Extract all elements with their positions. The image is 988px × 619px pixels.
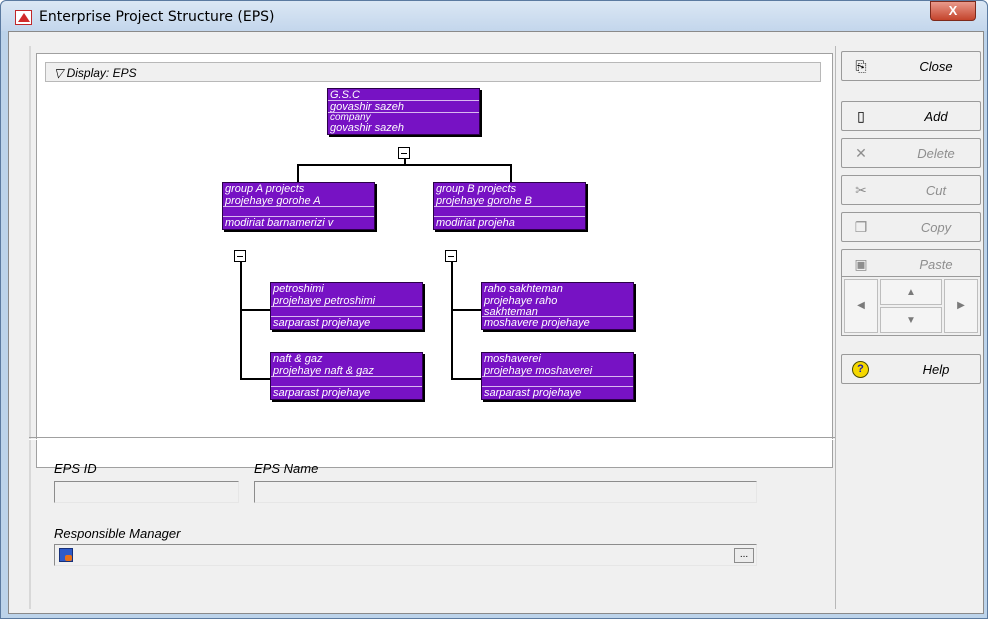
- node-line: company: [330, 113, 371, 122]
- add-button-label: Add: [924, 109, 948, 124]
- node-manager: govashir sazeh: [330, 122, 404, 134]
- move-left-button[interactable]: ◀: [844, 279, 878, 333]
- eps-node-moshaverei[interactable]: moshaverei projehaye moshaverei sarparas…: [481, 352, 634, 400]
- close-panel-icon: ⎘: [855, 58, 867, 74]
- window-title: Enterprise Project Structure (EPS): [39, 9, 275, 25]
- connector: [240, 378, 270, 380]
- connector: [510, 164, 512, 182]
- cut-button[interactable]: ✂ Cut: [841, 175, 981, 205]
- node-line: [271, 377, 422, 387]
- node-id: moshaverei: [484, 353, 541, 365]
- connector: [240, 262, 242, 380]
- node-line: [271, 307, 422, 317]
- node-manager: modiriat barnamerizi v: [225, 217, 334, 229]
- arrow-left-icon: ◀: [857, 300, 865, 311]
- move-node-pad: ◀ ▲ ▼ ▶: [841, 276, 981, 336]
- node-line: [482, 377, 633, 387]
- move-right-button[interactable]: ▶: [944, 279, 978, 333]
- copy-icon: ❐: [854, 219, 868, 235]
- paste-button[interactable]: ▣ Paste: [841, 249, 981, 279]
- responsible-manager-field[interactable]: ...: [54, 544, 757, 566]
- close-button[interactable]: ⎘ Close: [841, 51, 981, 81]
- copy-button-label: Copy: [920, 220, 952, 235]
- connector: [297, 164, 299, 182]
- node-name: projehaye naft & gaz: [271, 365, 422, 377]
- node-manager: sarparast projehaye: [273, 387, 371, 399]
- node-id: naft & gaz: [273, 353, 323, 365]
- connector: [451, 378, 481, 380]
- eps-tree-panel: ▽ Display: EPS G.S.C govashir sazeh comp…: [36, 53, 833, 468]
- cut-button-label: Cut: [925, 183, 947, 198]
- user-icon: [59, 548, 73, 562]
- connector: [240, 309, 270, 311]
- arrow-right-icon: ▶: [957, 300, 965, 311]
- move-up-button[interactable]: ▲: [880, 279, 942, 305]
- title-bar[interactable]: Enterprise Project Structure (EPS) X: [1, 1, 987, 31]
- display-label-text: Display: EPS: [66, 66, 137, 80]
- node-manager: sarparast projehaye: [273, 317, 371, 329]
- eps-node-naft-gaz[interactable]: naft & gaz projehaye naft & gaz sarparas…: [270, 352, 423, 400]
- eps-node-root[interactable]: G.S.C govashir sazeh company govashir sa…: [327, 88, 480, 135]
- scissors-icon: ✂: [855, 182, 867, 198]
- move-down-button[interactable]: ▼: [880, 307, 942, 333]
- new-document-icon: ▯: [857, 108, 865, 124]
- help-icon: ?: [852, 361, 869, 378]
- help-button[interactable]: ? Help: [841, 354, 981, 384]
- eps-node-petroshimi[interactable]: petroshimi projehaye petroshimi sarparas…: [270, 282, 423, 330]
- node-line: [223, 207, 374, 217]
- collapse-toggle-group-b[interactable]: [445, 250, 457, 262]
- panel-frame: [835, 46, 836, 609]
- connector: [404, 159, 406, 165]
- node-id: petroshimi: [273, 283, 324, 295]
- node-manager: modiriat projeha: [436, 217, 515, 229]
- delete-button[interactable]: ✕ Delete: [841, 138, 981, 168]
- node-name: projehaye petroshimi: [271, 295, 422, 307]
- node-id: raho sakhteman: [484, 283, 563, 295]
- node-manager: moshavere projehaye: [484, 317, 590, 329]
- eps-id-label: EPS ID: [54, 461, 97, 476]
- copy-button[interactable]: ❐ Copy: [841, 212, 981, 242]
- help-button-label: Help: [922, 362, 950, 377]
- collapse-toggle-group-a[interactable]: [234, 250, 246, 262]
- arrow-up-icon: ▲: [906, 287, 916, 298]
- eps-node-group-b[interactable]: group B projects projehaye gorohe B modi…: [433, 182, 586, 230]
- display-bar[interactable]: ▽ Display: EPS: [45, 62, 821, 82]
- collapse-toggle-root[interactable]: [398, 147, 410, 159]
- node-manager: sarparast projehaye: [484, 387, 582, 399]
- paste-button-label: Paste: [919, 257, 953, 272]
- x-delete-icon: ✕: [855, 145, 867, 161]
- node-name: projehaye gorohe B: [434, 195, 585, 207]
- node-id: G.S.C: [328, 89, 479, 101]
- add-button[interactable]: ▯ Add: [841, 101, 981, 131]
- node-name: projehaye gorohe A: [223, 195, 374, 207]
- eps-node-group-a[interactable]: group A projects projehaye gorohe A modi…: [222, 182, 375, 230]
- browse-manager-button[interactable]: ...: [734, 548, 754, 563]
- clipboard-icon: ▣: [854, 256, 868, 272]
- collapse-chevron-icon: ▽: [54, 66, 67, 80]
- splitter[interactable]: [29, 437, 835, 440]
- panel-frame: [29, 46, 31, 609]
- node-name: projehaye moshaverei: [482, 365, 633, 377]
- close-button-label: Close: [919, 59, 953, 74]
- node-id: group B projects: [436, 183, 517, 195]
- node-line: sakhteman: [482, 307, 633, 317]
- eps-window: Enterprise Project Structure (EPS) X ▽ D…: [0, 0, 988, 619]
- connector: [451, 309, 481, 311]
- node-id: group A projects: [225, 183, 305, 195]
- responsible-manager-label: Responsible Manager: [54, 526, 181, 541]
- node-name: projehaye raho: [484, 295, 558, 307]
- node-name: govashir sazeh: [328, 101, 479, 113]
- connector: [451, 262, 453, 380]
- eps-node-raho-sakhteman[interactable]: raho sakhteman projehaye raho sakhteman …: [481, 282, 634, 330]
- app-icon: [15, 10, 32, 25]
- delete-button-label: Delete: [917, 146, 955, 161]
- arrow-down-icon: ▼: [906, 315, 916, 326]
- eps-name-field[interactable]: [254, 481, 757, 503]
- node-line: [434, 207, 585, 217]
- display-label: ▽ Display: EPS: [54, 66, 137, 80]
- dialog-client: ▽ Display: EPS G.S.C govashir sazeh comp…: [8, 31, 984, 614]
- eps-id-field[interactable]: [54, 481, 239, 503]
- window-close-button[interactable]: X: [930, 1, 976, 21]
- eps-name-label: EPS Name: [254, 461, 319, 476]
